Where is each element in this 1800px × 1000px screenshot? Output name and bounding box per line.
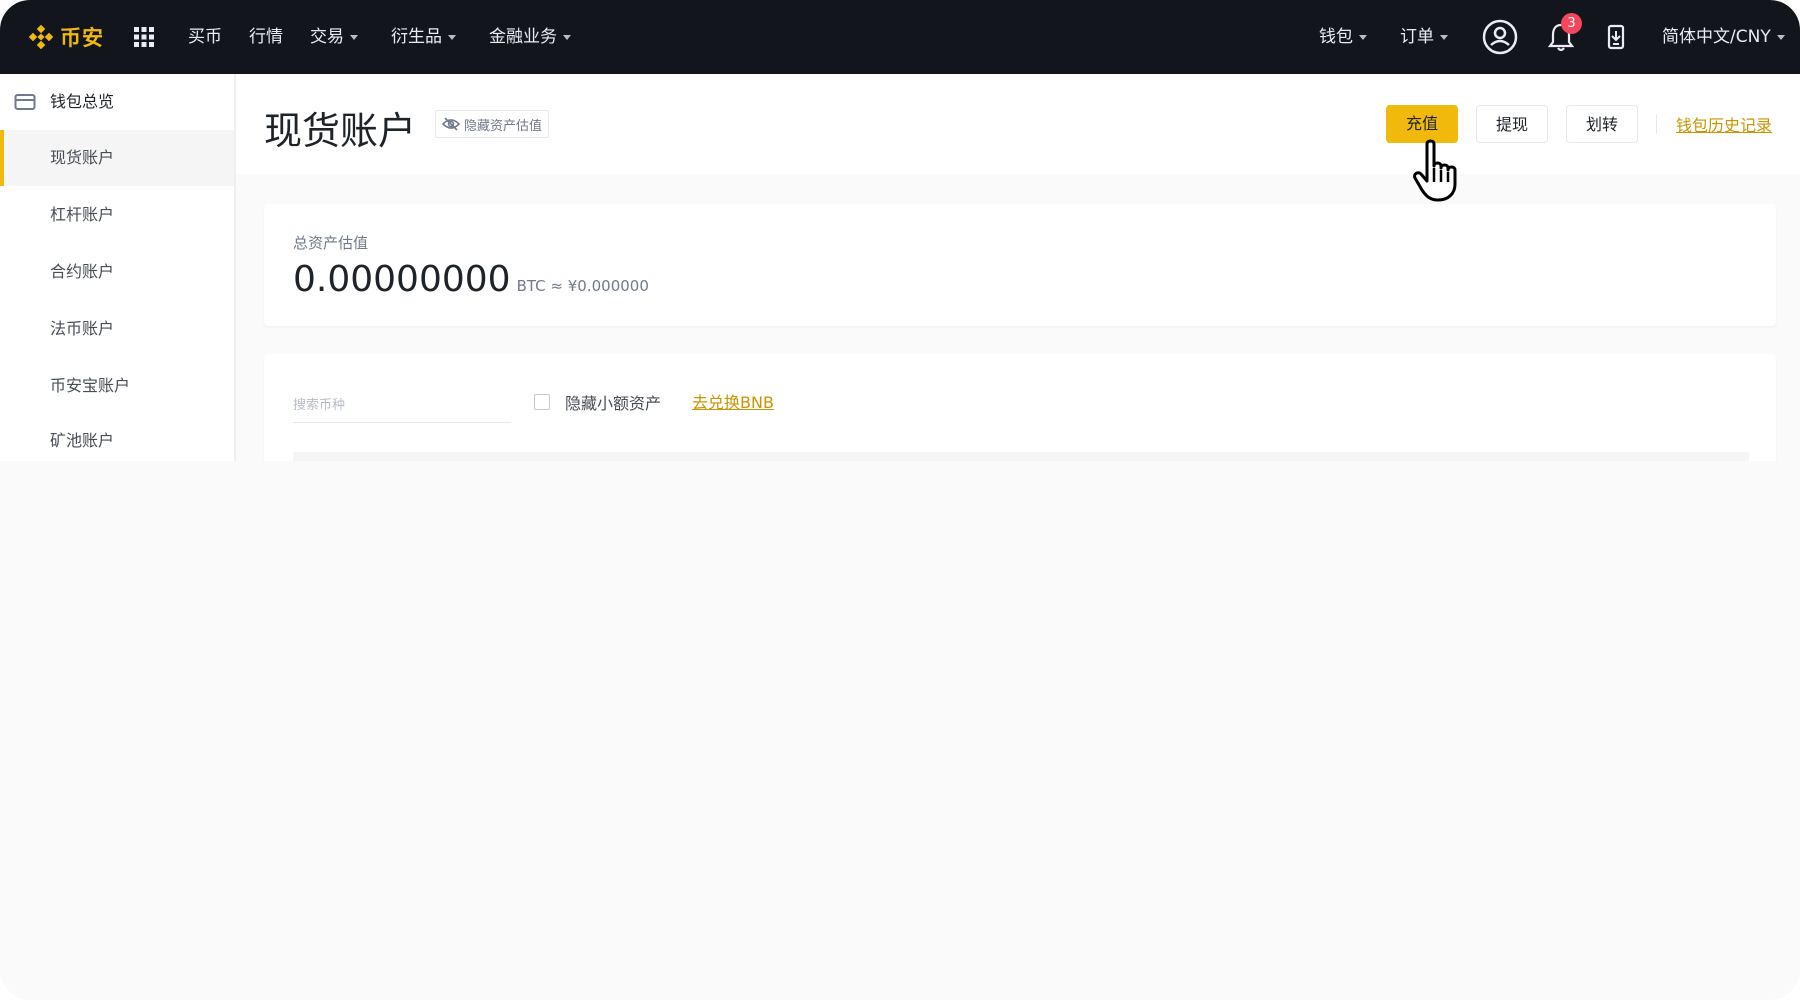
sidebar-item-label: 矿池账户 [50, 431, 115, 450]
sidebar-item-label: 币安宝账户 [50, 376, 131, 395]
nav-trade[interactable]: 交易 [310, 24, 358, 50]
app-window: 币安 买币 行情 交易 衍生品 金融业务 钱包 订单 3 简体中文/CNY 钱包… [0, 0, 1800, 1000]
search-coin-input[interactable]: 搜索币种 [293, 390, 511, 423]
logo-text: 币安 [60, 26, 104, 50]
nav-wallet[interactable]: 钱包 [1319, 24, 1367, 50]
asset-table-header [293, 452, 1749, 461]
transfer-button[interactable]: 划转 [1566, 105, 1638, 143]
binance-logo[interactable]: 币安 [28, 19, 104, 55]
grid-icon[interactable] [134, 27, 154, 47]
sidebar-item-label: 杠杆账户 [50, 205, 115, 224]
total-balance-label: 总资产估值 [293, 234, 369, 252]
language-currency-selector[interactable]: 简体中文/CNY [1662, 24, 1785, 50]
sidebar-item-savings-account[interactable]: 币安宝账户 [0, 358, 234, 414]
sidebar-item-label: 现货账户 [50, 148, 115, 167]
eye-slash-icon [442, 117, 460, 131]
chevron-down-icon [1440, 34, 1448, 40]
total-balance-row: 0.00000000 BTC ≈ ¥0.000000 [293, 259, 649, 300]
hide-asset-estimate-label: 隐藏资产估值 [464, 118, 543, 134]
nav-finance[interactable]: 金融业务 [489, 24, 571, 50]
page-header: 现货账户 隐藏资产估值 充值 提现 划转 钱包历史记录 [236, 74, 1800, 174]
binance-logo-icon [28, 24, 54, 50]
hand-pointer-icon [1413, 139, 1457, 202]
sidebar-item-label: 钱包总览 [50, 92, 115, 111]
nav-buy-crypto[interactable]: 买币 [188, 24, 222, 50]
chevron-down-icon [448, 34, 456, 40]
language-currency-label: 简体中文/CNY [1662, 27, 1771, 47]
wallet-icon [14, 94, 36, 110]
download-app-icon[interactable] [1607, 24, 1625, 50]
nav-derivatives-label: 衍生品 [391, 27, 442, 47]
nav-markets[interactable]: 行情 [249, 24, 283, 50]
nav-wallet-label: 钱包 [1319, 27, 1353, 47]
chevron-down-icon [1359, 34, 1367, 40]
nav-markets-label: 行情 [249, 27, 283, 47]
total-balance-unit: BTC ≈ ¥0.000000 [516, 277, 649, 295]
chevron-down-icon [350, 34, 358, 40]
user-circle-icon[interactable] [1481, 18, 1519, 56]
nav-finance-label: 金融业务 [489, 27, 557, 47]
nav-buy-crypto-label: 买币 [188, 27, 222, 47]
chevron-down-icon [1776, 34, 1785, 40]
top-navbar: 币安 买币 行情 交易 衍生品 金融业务 钱包 订单 3 简体中文/CNY [0, 0, 1800, 74]
sidebar-item-futures-account[interactable]: 合约账户 [0, 244, 234, 300]
header-divider [1656, 114, 1657, 134]
asset-list-card: 搜索币种 隐藏小额资产 去兑换BNB [264, 354, 1776, 461]
sidebar-item-label: 合约账户 [50, 262, 115, 281]
total-balance-value: 0.00000000 [293, 259, 511, 300]
sidebar: 钱包总览 现货账户 杠杆账户 合约账户 法币账户 币安宝账户 矿池账户 [0, 74, 236, 461]
sidebar-item-pool-account[interactable]: 矿池账户 [0, 413, 234, 461]
page-title: 现货账户 [264, 109, 417, 153]
sidebar-item-margin-account[interactable]: 杠杆账户 [0, 187, 234, 243]
hide-asset-estimate-toggle[interactable]: 隐藏资产估值 [435, 110, 550, 138]
sidebar-item-fiat-account[interactable]: 法币账户 [0, 301, 234, 357]
sidebar-item-spot-account[interactable]: 现货账户 [0, 130, 234, 186]
sidebar-item-label: 法币账户 [50, 319, 115, 338]
total-balance-card: 总资产估值 0.00000000 BTC ≈ ¥0.000000 [264, 204, 1776, 326]
sidebar-item-wallet-overview[interactable]: 钱包总览 [0, 74, 234, 130]
hide-small-assets-checkbox[interactable] [534, 394, 550, 410]
hide-small-assets-label[interactable]: 隐藏小额资产 [565, 390, 661, 414]
nav-derivatives[interactable]: 衍生品 [391, 24, 456, 50]
chevron-down-icon [563, 34, 571, 40]
nav-trade-label: 交易 [310, 27, 344, 47]
notification-badge: 3 [1561, 13, 1582, 34]
withdraw-button[interactable]: 提现 [1476, 105, 1548, 143]
blank-area [0, 461, 1800, 1000]
main-content: 钱包总览 现货账户 杠杆账户 合约账户 法币账户 币安宝账户 矿池账户 现货账户… [0, 74, 1800, 461]
wallet-history-link[interactable]: 钱包历史记录 [1676, 112, 1772, 136]
nav-orders[interactable]: 订单 [1400, 24, 1448, 50]
nav-orders-label: 订单 [1400, 27, 1434, 47]
convert-to-bnb-link[interactable]: 去兑换BNB [692, 389, 774, 413]
